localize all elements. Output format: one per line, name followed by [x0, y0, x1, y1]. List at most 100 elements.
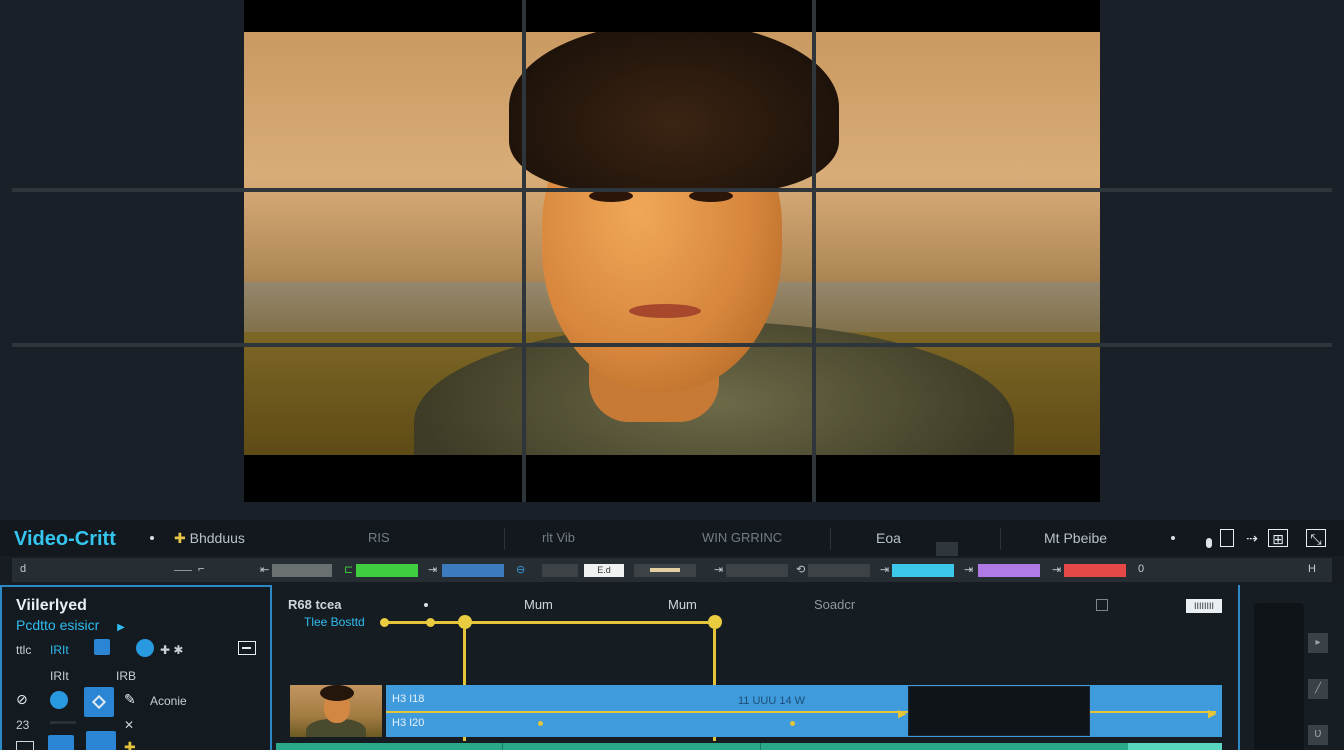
toolbar-divider: [504, 528, 505, 550]
panel-subtitle[interactable]: Pcdtto esisicr ▶: [16, 617, 125, 633]
tool-button-1[interactable]: [84, 687, 114, 717]
row4-divider: [50, 721, 76, 724]
strip-mark: ⌐: [198, 563, 205, 575]
row1-label: ttlc: [16, 643, 32, 657]
row4-label: 23: [16, 718, 30, 732]
grid-line-h1: [12, 188, 1332, 192]
panel-title: Viilerlyed: [16, 597, 87, 614]
layer-button[interactable]: [94, 639, 110, 655]
keyframe-handle[interactable]: [708, 615, 722, 629]
resize-icon[interactable]: ⤡: [1306, 529, 1326, 547]
vertical-track[interactable]: [1254, 603, 1304, 750]
segment-green-marker: ⊏: [344, 564, 354, 576]
segment-dark-4[interactable]: [808, 564, 870, 577]
gear-icon[interactable]: [50, 691, 68, 709]
sidebar-button-1[interactable]: ▸: [1308, 633, 1328, 653]
grid-line-h2: [12, 343, 1332, 347]
menu-item-1[interactable]: ✚ Bhdduus: [174, 530, 245, 547]
prev-icon[interactable]: ⇤: [260, 563, 269, 576]
audio-track[interactable]: [276, 743, 1222, 750]
clip-keyframe[interactable]: [538, 721, 543, 726]
clip-thumbnail[interactable]: [290, 685, 382, 737]
menu-item-dim-2[interactable]: rlt Vib: [542, 530, 575, 545]
clip-label-2: H3 I20: [392, 717, 425, 729]
minus-button[interactable]: [238, 641, 256, 655]
split-icon[interactable]: ⇢: [1242, 529, 1262, 547]
menu-item-3[interactable]: Mt Pbeibe: [1044, 530, 1107, 546]
segment-green[interactable]: [356, 564, 418, 577]
clip-end-arrow-icon: ▶: [1208, 708, 1217, 720]
video-frame[interactable]: [244, 0, 1100, 502]
strip-divider: [174, 570, 192, 571]
toolbar-divider: [1000, 528, 1001, 550]
flag-icon[interactable]: ✚: [124, 739, 136, 750]
video-preview-image: [244, 32, 1100, 455]
sidebar-button-3[interactable]: Ʋ: [1308, 725, 1328, 745]
app-title: Video-Critt: [14, 528, 116, 550]
loop-icon[interactable]: ⟲: [796, 563, 805, 576]
row1-aux-label: ✚ ✱: [160, 643, 184, 657]
tool-button-2[interactable]: [48, 735, 74, 750]
marker-label-1: Mum: [524, 597, 553, 612]
row3-label: Aconie: [150, 694, 187, 708]
separator-dot: [150, 536, 154, 540]
track-tag[interactable]: IIIIIIII: [1186, 599, 1222, 613]
segment-dark-1[interactable]: [542, 564, 578, 577]
segment-gray[interactable]: [272, 564, 332, 577]
menu-item-1-label: Bhdduus: [189, 530, 245, 546]
clip-volume-line[interactable]: [386, 711, 1216, 713]
grid-icon[interactable]: [16, 741, 34, 750]
clip-keyframe[interactable]: [790, 721, 795, 726]
keyframe-dot[interactable]: [380, 618, 389, 627]
segment-purple[interactable]: [978, 564, 1040, 577]
marker-label-3: Soadcr: [814, 597, 856, 612]
row4-aux: ✕: [124, 718, 135, 732]
grid-line-v1: [522, 0, 526, 502]
zoom-icon[interactable]: ⊘: [16, 691, 28, 708]
toolbar-tab[interactable]: [936, 542, 958, 556]
panel-subtitle-label: Pcdtto esisicr: [16, 617, 100, 633]
preview-area: [0, 0, 1344, 520]
separator-dot: [1171, 536, 1175, 540]
segment-cyan[interactable]: [892, 564, 954, 577]
segment-blue[interactable]: [442, 564, 504, 577]
toolbar: Video-Critt ✚ Bhdduus RIS rlt Vib WIN GR…: [0, 520, 1344, 556]
pen-icon[interactable]: ✎: [124, 691, 136, 708]
toolbar-divider: [830, 528, 831, 550]
marker-icon: ⇥: [964, 564, 974, 576]
time-field[interactable]: E.d: [584, 564, 624, 577]
crop-icon[interactable]: ⊞: [1268, 529, 1288, 547]
video-clip[interactable]: H3 I18 H3 I20 11 UUU 14 W ▶ ▶: [386, 685, 1222, 737]
clip-gap[interactable]: [908, 686, 1090, 736]
link-icon[interactable]: ⊖: [516, 563, 525, 576]
track-strip: d ⌐ ⇤ ⊏ ⇥ ⊖ E.d ⇥ ⟲ ⇥ ⇥ ⇥ 0 H: [12, 558, 1332, 582]
menu-item-dim-3[interactable]: WIN GRRINC: [702, 530, 782, 545]
strip-end-label: 0: [1138, 563, 1145, 575]
timeline: R68 tcea Tlee Bosttd Mum Mum Soadcr IIII…: [276, 585, 1234, 750]
toggle-icon[interactable]: [1206, 538, 1212, 548]
grid-line-v2: [812, 0, 816, 502]
track-subtitle[interactable]: Tlee Bosttd: [304, 615, 365, 629]
square-icon[interactable]: [1096, 599, 1108, 611]
sidebar-button-2[interactable]: ╱: [1308, 679, 1328, 699]
row2-label-2: IRB: [116, 669, 137, 683]
menu-item-2[interactable]: Eoa: [876, 530, 901, 546]
marker-icon: ⇥: [1052, 564, 1062, 576]
marker-icon: ⇥: [428, 564, 438, 576]
menu-item-dim-1[interactable]: RIS: [368, 530, 390, 545]
play-arrow-icon: ▶: [117, 622, 125, 633]
keyframe-handle[interactable]: [458, 615, 472, 629]
cursor-icon: ✚: [174, 530, 186, 546]
tool-button-3[interactable]: [86, 731, 116, 750]
plus-icon[interactable]: [136, 639, 154, 657]
right-sidebar: ▸ ╱ Ʋ: [1238, 585, 1344, 750]
segment-red[interactable]: [1064, 564, 1126, 577]
strip-right-label: H: [1308, 563, 1316, 575]
separator-dot: [424, 603, 428, 607]
frame-icon[interactable]: [1220, 529, 1234, 547]
segment-dark-2[interactable]: [634, 564, 696, 577]
keyframe-dot[interactable]: [426, 618, 435, 627]
strip-start-label: d: [20, 563, 27, 575]
segment-dark-3[interactable]: [726, 564, 788, 577]
clip-label-1: H3 I18: [392, 693, 425, 705]
